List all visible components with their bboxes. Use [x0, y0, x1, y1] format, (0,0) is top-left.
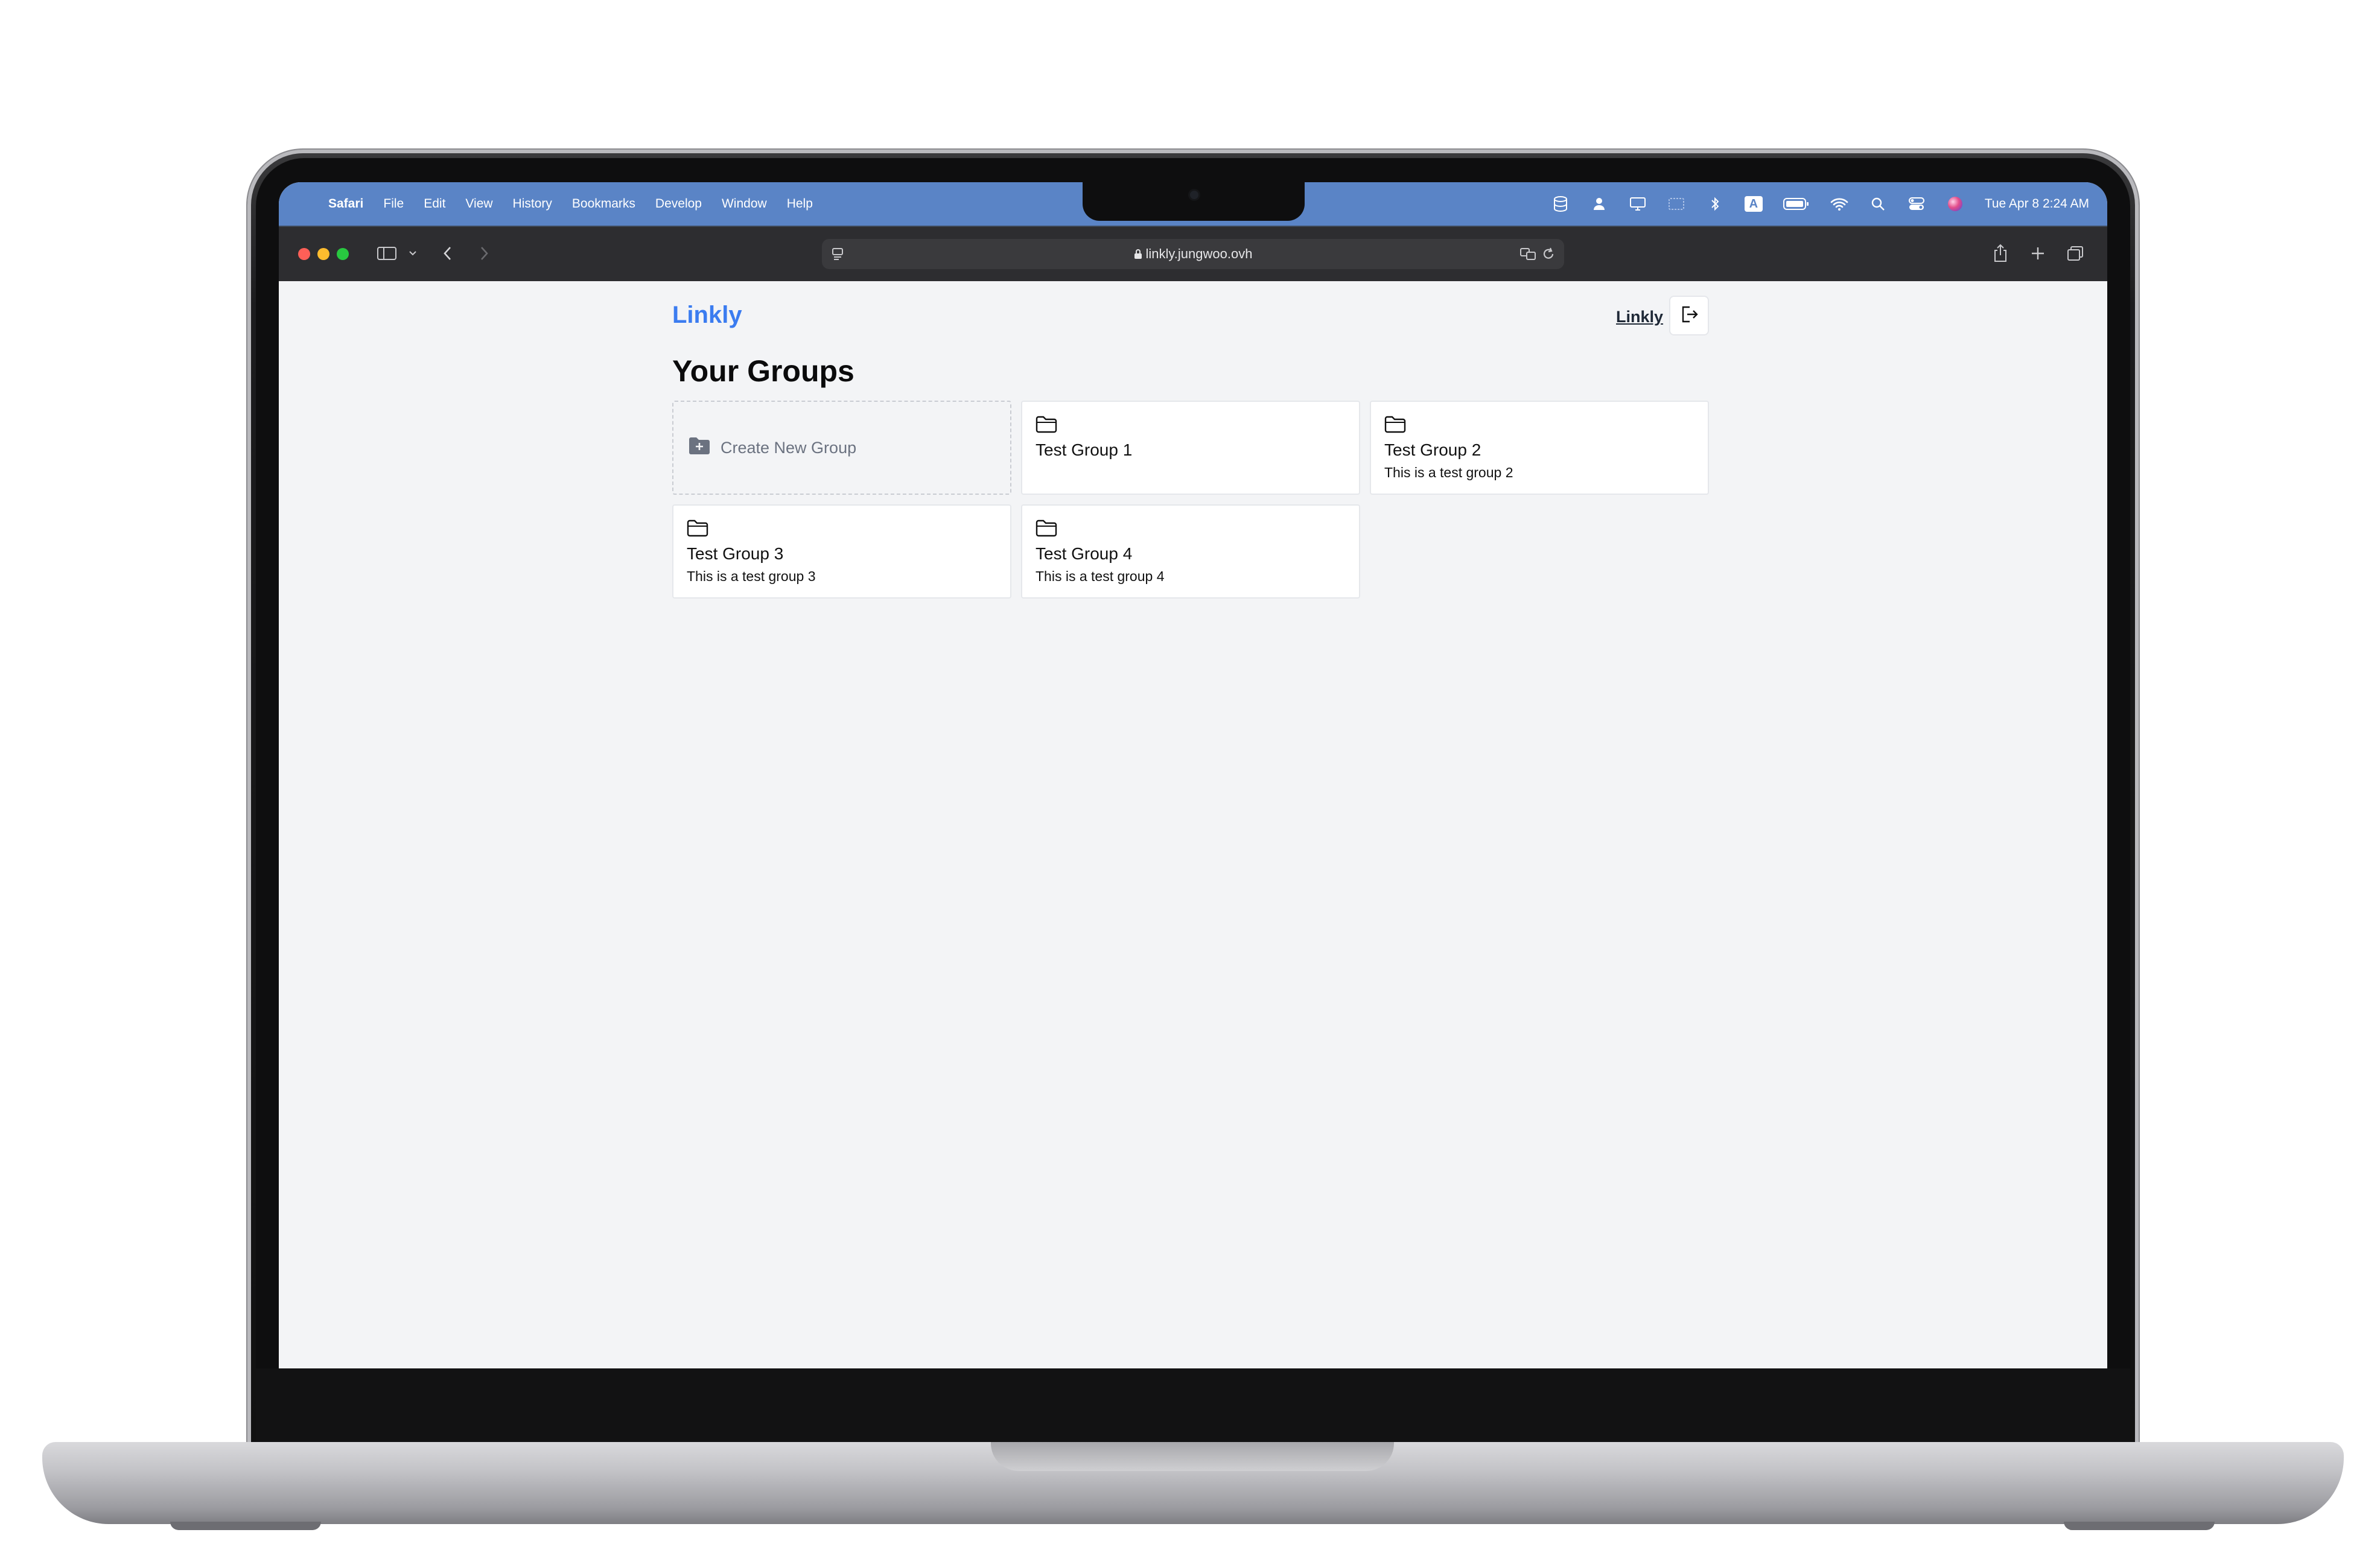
close-window-button[interactable]: [298, 248, 310, 260]
group-name: Test Group 1: [1036, 440, 1133, 459]
input-source-icon[interactable]: A: [1744, 195, 1763, 213]
window-controls: [298, 248, 349, 260]
screen-chin: [256, 1368, 2130, 1447]
group-description: This is a test group 4: [1036, 568, 1165, 584]
person-icon[interactable]: [1590, 195, 1608, 213]
group-name: Test Group 3: [687, 544, 784, 563]
menu-items: Safari File Edit View History Bookmarks …: [328, 197, 833, 211]
create-group-label: Create New Group: [721, 438, 857, 457]
zoom-window-button[interactable]: [337, 248, 349, 260]
new-tab-icon[interactable]: [2030, 241, 2046, 265]
url-text: linkly.jungwoo.ovh: [1145, 246, 1253, 261]
display-icon[interactable]: [1629, 195, 1647, 213]
camera: [1190, 191, 1198, 199]
sidebar-toggle-icon[interactable]: [377, 241, 397, 265]
brand-logo[interactable]: Linkly: [672, 302, 742, 329]
minimize-window-button[interactable]: [317, 248, 329, 260]
folder-icon: [1036, 519, 1057, 540]
group-name: Test Group 4: [1036, 544, 1133, 563]
menu-bar: Safari File Edit View History Bookmarks …: [279, 182, 2107, 226]
reload-icon[interactable]: [1541, 246, 1556, 265]
back-icon[interactable]: [442, 241, 454, 265]
group-card[interactable]: Test Group 2 This is a test group 2: [1370, 401, 1709, 495]
left-foot: [170, 1522, 321, 1530]
create-group-card[interactable]: Create New Group: [672, 401, 1011, 495]
group-card[interactable]: Test Group 1: [1021, 401, 1360, 495]
database-icon[interactable]: [1551, 195, 1570, 213]
group-card[interactable]: Test Group 3 This is a test group 3: [672, 504, 1011, 599]
menu-view[interactable]: View: [465, 197, 492, 211]
share-icon[interactable]: [1993, 241, 2008, 265]
tab-overview-icon[interactable]: [2066, 241, 2084, 265]
menu-clock[interactable]: Tue Apr 8 2:24 AM: [1985, 197, 2089, 211]
web-page: Linkly Linkly Your Groups Create New Gro…: [279, 280, 2107, 1370]
menu-bookmarks[interactable]: Bookmarks: [572, 197, 635, 211]
window-icon[interactable]: [1667, 195, 1685, 213]
menu-help[interactable]: Help: [787, 197, 813, 211]
group-description: This is a test group 2: [1384, 465, 1513, 480]
folder-plus-icon: [688, 436, 711, 460]
menu-edit[interactable]: Edit: [424, 197, 445, 211]
chevron-down-icon[interactable]: [408, 241, 418, 265]
camera-notch: [1083, 182, 1305, 221]
right-foot: [2064, 1522, 2215, 1530]
address-bar[interactable]: linkly.jungwoo.ovh: [822, 239, 1564, 269]
spotlight-icon[interactable]: [1869, 195, 1887, 213]
control-center-icon[interactable]: [1908, 195, 1926, 213]
logout-icon: [1679, 304, 1699, 328]
status-area: A Tue Apr 8 2:24 AM: [1551, 182, 2089, 226]
page-title: Your Groups: [672, 354, 854, 388]
folder-icon: [1036, 415, 1057, 436]
menu-history[interactable]: History: [513, 197, 552, 211]
menu-develop[interactable]: Develop: [655, 197, 702, 211]
group-description: This is a test group 3: [687, 568, 816, 584]
lock-icon: [1134, 247, 1142, 263]
folder-icon: [1384, 415, 1406, 436]
browser-toolbar: linkly.jungwoo.ovh: [279, 226, 2107, 281]
group-card[interactable]: Test Group 4 This is a test group 4: [1021, 504, 1360, 599]
input-source-letter: A: [1744, 196, 1763, 212]
menu-window[interactable]: Window: [722, 197, 767, 211]
battery-icon[interactable]: [1783, 195, 1810, 213]
url-field[interactable]: linkly.jungwoo.ovh: [822, 246, 1564, 263]
wifi-icon[interactable]: [1830, 195, 1848, 213]
logout-button[interactable]: [1669, 296, 1709, 335]
menu-file[interactable]: File: [383, 197, 404, 211]
nav-linkly-link[interactable]: Linkly: [1616, 308, 1663, 326]
group-name: Test Group 2: [1384, 440, 1481, 459]
menu-app-name[interactable]: Safari: [328, 197, 363, 211]
screen: Safari File Edit View History Bookmarks …: [279, 182, 2107, 1370]
translate-icon[interactable]: [1519, 246, 1538, 265]
bluetooth-icon[interactable]: [1706, 195, 1724, 213]
create-group-content: Create New Group: [688, 436, 856, 460]
lid-opening-notch: [991, 1442, 1394, 1471]
forward-icon[interactable]: [478, 241, 490, 265]
folder-icon: [687, 519, 708, 540]
siri-icon[interactable]: [1946, 195, 1964, 213]
